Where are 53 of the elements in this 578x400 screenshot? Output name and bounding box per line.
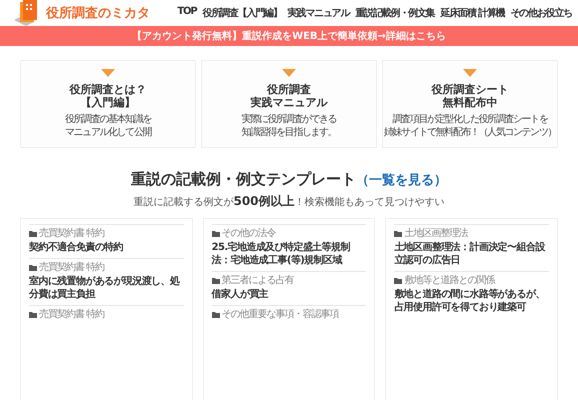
view-list-link[interactable]: 一覧を見る	[369, 171, 434, 190]
nav-link[interactable]: その他お役立ち	[510, 6, 572, 20]
category-label: 土地区画整理法	[404, 228, 468, 240]
open-paren: （	[356, 172, 369, 190]
category-label: 売買契約書 特約	[39, 228, 104, 240]
template-title: 敷地と道路の間に水路等があるが、占用使用許可を得ており建築可	[394, 288, 546, 314]
category-label: 売買契約書 特約	[39, 262, 104, 274]
nav-link[interactable]: 実践マニュアル	[288, 6, 350, 20]
folder-icon	[212, 312, 220, 318]
down-triangle-icon	[463, 69, 477, 77]
section-heading: 重説の記載例・例文テンプレート	[131, 170, 356, 190]
feature-card[interactable]: 役所調査 実践マニュアル 実際に役所調査ができる 知識習得を目指します。	[201, 60, 377, 148]
template-item[interactable]: 売買契約書 特約	[29, 305, 184, 326]
card-description: 調査項目が定型化した役所調査シートを 姉妹サイトで無料配布！（人気コンテンツ）	[384, 113, 556, 140]
category-label: その他の法令	[222, 228, 276, 240]
folder-icon	[29, 265, 37, 272]
feature-card[interactable]: 役所調査とは？ 【入門編】 役所調査の基本知識を マニュアル化して公開	[20, 60, 196, 148]
folder-icon	[212, 231, 220, 238]
down-triangle-icon	[101, 69, 115, 77]
template-item[interactable]: その他の法令 25.宅地造成及び特定盛土等規制法：宅地造成工事(等)規制区域	[212, 224, 366, 272]
template-item[interactable]: 売買契約書 特約 契約不適合免責の特約	[29, 224, 184, 258]
nav-link[interactable]: 役所調査【入門編】	[202, 6, 282, 20]
category-label: 売買契約書 特約	[39, 309, 104, 322]
feature-card[interactable]: 役所調査シート 無料配布中 調査項目が定型化した役所調査シートを 姉妹サイトで無料配布！（人気コンテンツ）	[382, 60, 558, 148]
nav-link[interactable]: TOP	[177, 6, 196, 20]
template-title: 契約不適合免責の特約	[29, 241, 124, 254]
folder-icon	[212, 278, 220, 284]
category-label: 第三者による占有	[222, 275, 294, 288]
close-paren: ）	[434, 172, 447, 190]
card-description: 実際に役所調査ができる 知識習得を目指します。	[242, 113, 336, 140]
template-item[interactable]: その他重要な事項・容認事項	[212, 305, 366, 326]
template-title: 25.宅地造成及び特定盛土等規制法：宅地造成工事(等)規制区域	[212, 241, 351, 268]
template-item[interactable]: 土地区画整理法 土地区画整理法：計画決定〜組合設立認可の広告日	[394, 224, 549, 272]
category-label: その他重要な事項・容認事項	[222, 309, 339, 322]
nav-link[interactable]: 延床面積 計算機	[440, 6, 504, 20]
card-title: 役所調査シート 無料配布中	[432, 83, 508, 110]
section-subtitle: 重説に記載する例文が500例以上！検索機能もあって見つけやすい	[133, 193, 445, 210]
template-item[interactable]: 敷地等と道路との関係 敷地と道路の間に水路等があるが、占用使用許可を得ており建築可	[394, 271, 549, 318]
down-triangle-icon	[282, 69, 296, 77]
template-item[interactable]: 売買契約書 特約 室内に残置物があるが現況渡し、処分費は買主負担	[29, 258, 184, 306]
folder-icon	[394, 278, 402, 284]
folder-icon	[394, 231, 402, 238]
nav-link[interactable]: 重説記載例・例文集	[355, 6, 434, 20]
category-label: 敷地等と道路との関係	[404, 275, 494, 288]
template-item[interactable]: 第三者による占有 借家人が買主	[212, 271, 366, 306]
template-title: 土地区画整理法：計画決定〜組合設立認可の広告日	[394, 241, 546, 268]
card-description: 役所調査の基本知識を マニュアル化して公開	[64, 113, 151, 140]
template-title: 借家人が買主	[212, 288, 270, 302]
folder-icon	[29, 312, 37, 318]
template-title: 室内に残置物があるが現況渡し、処分費は買主負担	[29, 275, 181, 302]
card-title: 役所調査 実践マニュアル	[250, 83, 328, 110]
card-title: 役所調査とは？ 【入門編】	[70, 83, 146, 110]
folder-icon	[29, 231, 37, 238]
